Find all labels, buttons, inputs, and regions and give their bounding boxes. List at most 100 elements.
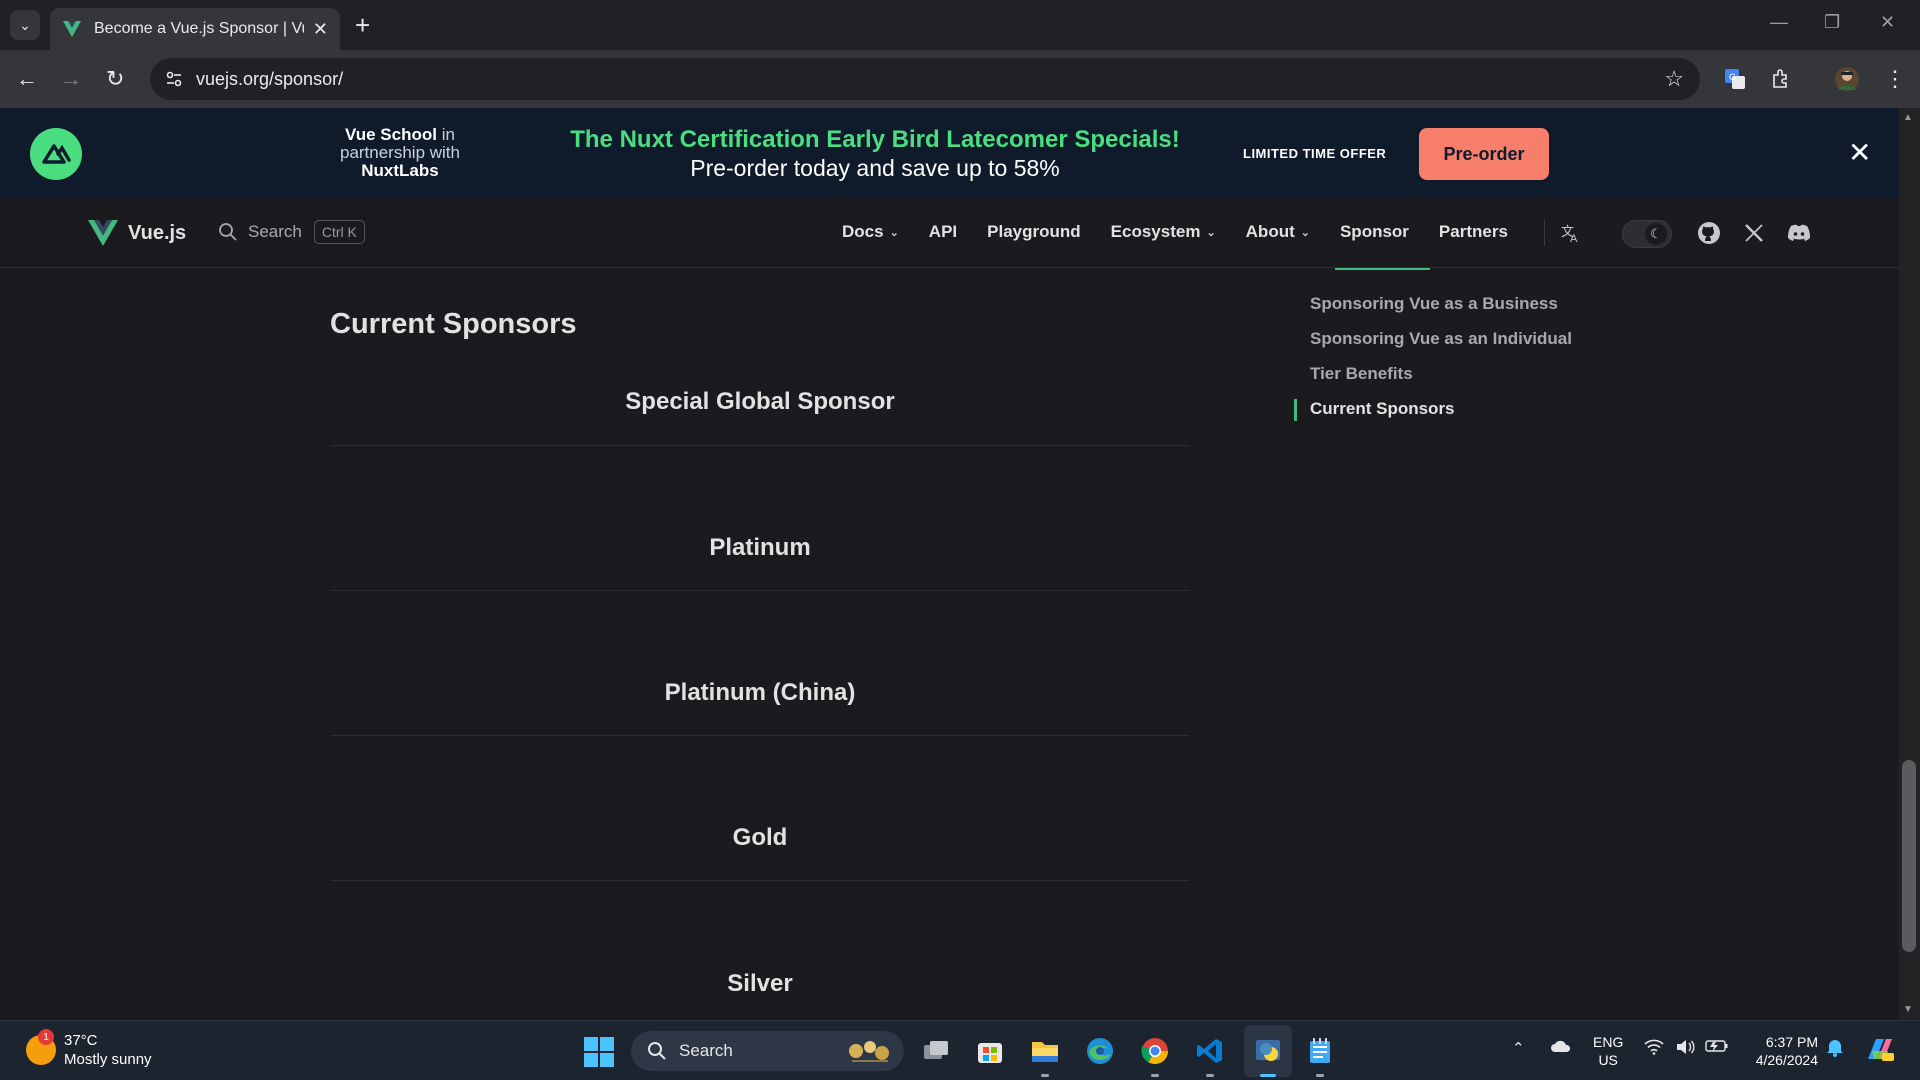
nav-ecosystem[interactable]: Ecosystem ⌄ (1111, 222, 1216, 242)
nav-docs-label: Docs (842, 222, 884, 241)
vscode-icon[interactable] (1192, 1033, 1228, 1077)
promo-text[interactable]: The Nuxt Certification Early Bird Lateco… (560, 126, 1190, 182)
discord-icon[interactable] (1786, 220, 1812, 246)
toc-active-label: Current Sponsors (1310, 399, 1455, 418)
back-icon[interactable]: ← (16, 64, 38, 94)
partner-nuxtlabs: NuxtLabs (361, 161, 439, 180)
vue-logo-icon (88, 220, 118, 246)
svg-text:G: G (1729, 72, 1736, 82)
search-icon (648, 1042, 666, 1060)
running-indicator (1206, 1074, 1214, 1077)
nav-about-label: About (1245, 222, 1295, 241)
tier-special-global: Special Global Sponsor (625, 388, 895, 415)
toc-item-current-sponsors[interactable]: Current Sponsors (1294, 391, 1572, 426)
search-icon (219, 223, 237, 241)
restore-icon[interactable]: ❐ (1824, 12, 1840, 33)
toc-item-tier-benefits[interactable]: Tier Benefits (1310, 356, 1572, 391)
x-twitter-icon[interactable] (1741, 220, 1767, 246)
chevron-up-icon[interactable]: ⌃ (1512, 1039, 1525, 1057)
scroll-up-icon[interactable]: ▲ (1903, 112, 1913, 123)
tier-platinum-china: Platinum (China) (664, 679, 856, 706)
search-label: Search (248, 222, 302, 241)
profile-avatar[interactable] (1832, 64, 1862, 94)
nav-partners[interactable]: Partners (1439, 222, 1508, 242)
running-indicator (1041, 1074, 1049, 1077)
moon-icon: ☾ (1645, 223, 1667, 245)
chrome-icon[interactable] (1137, 1033, 1173, 1077)
browser-tab[interactable]: Become a Vue.js Sponsor | Vue.js ✕ (50, 8, 340, 50)
browser-tabbar: ⌄ Become a Vue.js Sponsor | Vue.js ✕ + —… (0, 0, 1920, 50)
file-explorer-icon[interactable] (1027, 1033, 1063, 1077)
search-shortcut: Ctrl K (313, 220, 365, 244)
promo-subtitle: Pre-order today and save up to 58% (690, 155, 1060, 181)
task-view-icon[interactable] (918, 1033, 954, 1069)
vue-school-logo-icon[interactable] (30, 128, 82, 180)
running-indicator (1151, 1074, 1159, 1077)
search-button[interactable]: Search Ctrl K (218, 220, 365, 244)
bookmark-star-icon[interactable]: ☆ (1664, 66, 1684, 92)
banner-close-icon[interactable]: ✕ (1848, 138, 1871, 168)
site-settings-icon[interactable] (164, 69, 184, 89)
page-heading: Current Sponsors (330, 308, 577, 340)
toc-item-business[interactable]: Sponsoring Vue as a Business (1310, 286, 1572, 321)
reload-icon[interactable]: ↻ (106, 64, 124, 94)
clock-date: 4/26/2024 (1755, 1052, 1818, 1068)
notification-bell-icon[interactable] (1826, 1037, 1844, 1061)
tab-close-icon[interactable]: ✕ (313, 19, 328, 40)
weather-widget[interactable]: 1 37°C Mostly sunny (26, 1029, 152, 1069)
browser-menu-icon[interactable]: ⋮ (1884, 64, 1906, 94)
dark-mode-toggle[interactable]: ☾ (1622, 220, 1672, 248)
window-close-icon[interactable]: ✕ (1880, 12, 1895, 33)
tier-gold: Gold (732, 824, 788, 851)
tier-silver: Silver (727, 970, 793, 997)
tab-search-button[interactable]: ⌄ (10, 10, 40, 40)
windows-start-icon[interactable] (584, 1037, 614, 1067)
wifi-icon[interactable] (1644, 1039, 1664, 1059)
copilot-icon[interactable] (1864, 1035, 1896, 1067)
nav-api[interactable]: API (929, 222, 957, 242)
onedrive-cloud-icon[interactable] (1550, 1039, 1572, 1057)
nav-docs[interactable]: Docs ⌄ (842, 222, 899, 242)
edge-icon[interactable] (1082, 1033, 1118, 1069)
taskbar-search[interactable]: Search (631, 1031, 904, 1071)
minimize-icon[interactable]: — (1770, 12, 1788, 33)
preorder-button[interactable]: Pre-order (1419, 128, 1549, 180)
ms-store-icon[interactable] (972, 1033, 1008, 1069)
browser-toolbar: ← → ↻ vuejs.org/sponsor/ ☆ G ⋮ (0, 50, 1920, 108)
brand-name: Vue.js (128, 221, 187, 244)
nav-about[interactable]: About ⌄ (1246, 222, 1310, 242)
system-clock[interactable]: 6:37 PM 4/26/2024 (1746, 1033, 1818, 1069)
running-indicator (1316, 1074, 1324, 1077)
notepad-icon[interactable] (1302, 1033, 1338, 1077)
toc-item-individual[interactable]: Sponsoring Vue as an Individual (1310, 321, 1572, 356)
extensions-icon[interactable] (1766, 64, 1796, 94)
promo-title: The Nuxt Certification Early Bird Lateco… (570, 126, 1180, 153)
weather-desc: Mostly sunny (64, 1051, 152, 1068)
partner-with: partnership with (339, 143, 460, 162)
github-icon[interactable] (1696, 220, 1722, 246)
scrollbar-thumb[interactable] (1902, 760, 1916, 952)
chevron-down-icon: ⌄ (1206, 226, 1216, 239)
search-highlight-icon (849, 1041, 889, 1062)
language-indicator[interactable]: ENG US (1593, 1033, 1623, 1069)
google-translate-icon[interactable]: G (1720, 64, 1750, 94)
nav-sponsor[interactable]: Sponsor (1340, 222, 1409, 242)
partner-vue-school: Vue School (345, 125, 437, 144)
translate-icon[interactable]: 文A (1558, 220, 1584, 246)
battery-icon[interactable] (1705, 1039, 1729, 1057)
forward-icon[interactable]: → (60, 64, 82, 94)
new-tab-button[interactable]: + (355, 10, 370, 40)
tier-divider (330, 590, 1190, 591)
toc-active-marker (1294, 399, 1297, 421)
brand-link[interactable]: Vue.js (88, 220, 186, 246)
nav-playground[interactable]: Playground (987, 222, 1081, 242)
weather-sun-icon: 1 (26, 1029, 56, 1065)
partner-text: Vue School in partnership with NuxtLabs (300, 126, 500, 180)
weather-badge: 1 (38, 1029, 54, 1045)
address-bar[interactable]: vuejs.org/sponsor/ ☆ (150, 58, 1700, 100)
volume-icon[interactable] (1675, 1039, 1695, 1059)
nav-divider (1544, 220, 1545, 246)
tab-title: Become a Vue.js Sponsor | Vue.js (94, 20, 304, 37)
scroll-down-icon[interactable]: ▼ (1903, 1004, 1913, 1015)
python-app-icon[interactable] (1250, 1033, 1286, 1077)
